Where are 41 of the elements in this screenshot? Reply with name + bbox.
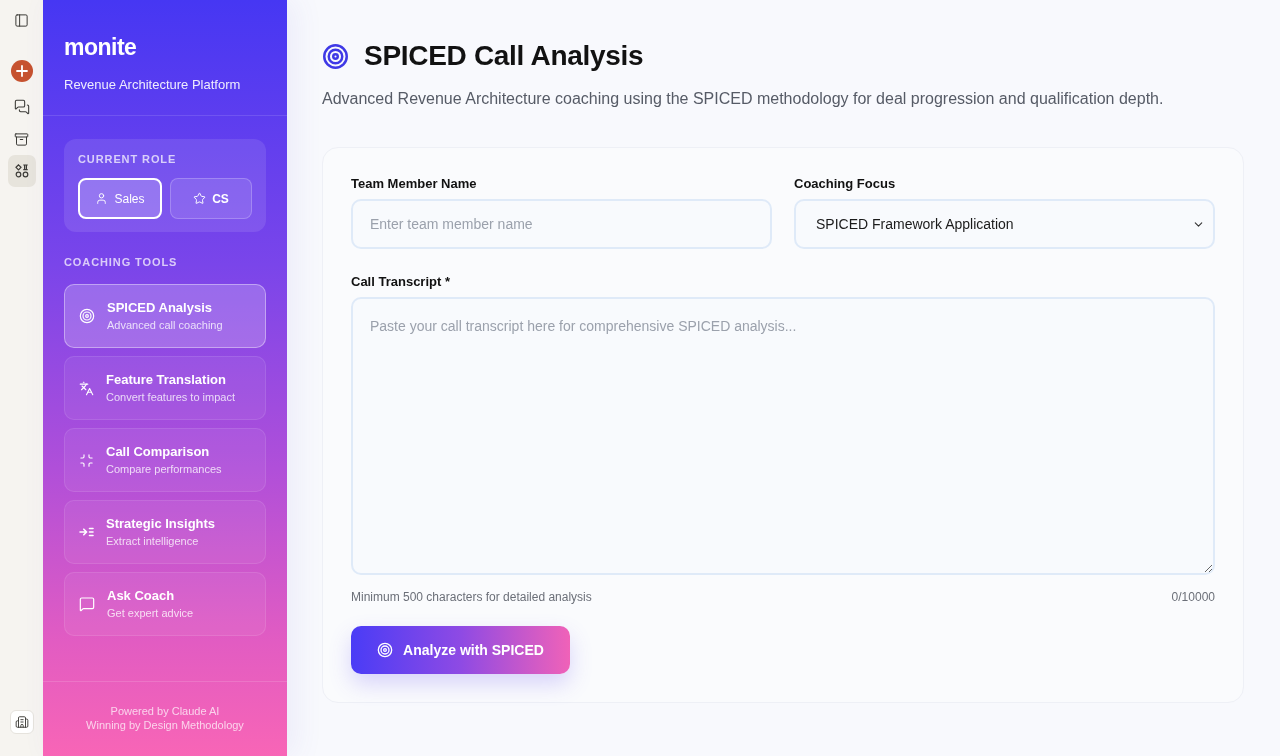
section-label: COACHING TOOLS [64,255,179,269]
target-icon [377,642,394,658]
role-button[interactable]: Sales [78,178,162,219]
chat-icon [79,596,95,612]
page-description: Advanced Revenue Architecture coaching using the SPICED methodology for deal progression and qualification depth. [322,89,1165,109]
hint-text: Minimum 500 characters for detailed analysis [351,590,592,605]
nav-button[interactable] [9,710,34,734]
field-label: Team Member Name [351,175,478,192]
footer-text: Powered by Claude AI [110,704,220,718]
shapes-icon [14,164,29,178]
tool-card[interactable]: Ask Coach Get expert advice [64,572,266,636]
tool-card[interactable]: Strategic Insights Extract intelligence [64,500,266,564]
field-label: Call Transcript * [351,273,451,290]
tool-card[interactable]: SPICED Analysis Advanced call coaching [64,284,266,348]
arrow-lines-icon [79,527,94,537]
logo: monite [64,34,138,60]
transcript-field[interactable]: Paste your call transcript here for comprehensive SPICED analysis... [351,297,1215,575]
sidebar-subtitle: Revenue Architecture Platform [64,77,242,93]
nav-button[interactable] [7,155,36,187]
target-icon [322,42,349,70]
footer-text: Winning by Design Methodology [86,718,244,732]
tool-card[interactable]: Call Comparison Compare performances [64,428,266,492]
translate-icon [79,380,94,396]
input-field[interactable]: Enter team member name [351,199,772,249]
character-counter: 0/10000 [1171,590,1215,605]
user-icon [95,192,109,205]
inward-corners-icon [79,452,94,468]
box-icon [14,131,29,147]
role-button[interactable]: CS [170,178,252,219]
sidebar-icon [14,12,29,28]
analyze-button[interactable]: Analyze with SPICED [351,626,570,674]
plus-icon [10,60,33,82]
target-icon [79,308,95,324]
field-label: Coaching Focus [794,175,897,192]
tool-card[interactable]: Feature Translation Convert features to impact [64,356,266,420]
select-field[interactable]: SPICED Framework Application [794,199,1215,249]
section-label: CURRENT ROLE [78,152,178,166]
building-icon [14,715,29,729]
chat-bubbles-icon [13,99,30,115]
page-title: SPICED Call Analysis [364,39,644,73]
star-icon [193,192,207,205]
